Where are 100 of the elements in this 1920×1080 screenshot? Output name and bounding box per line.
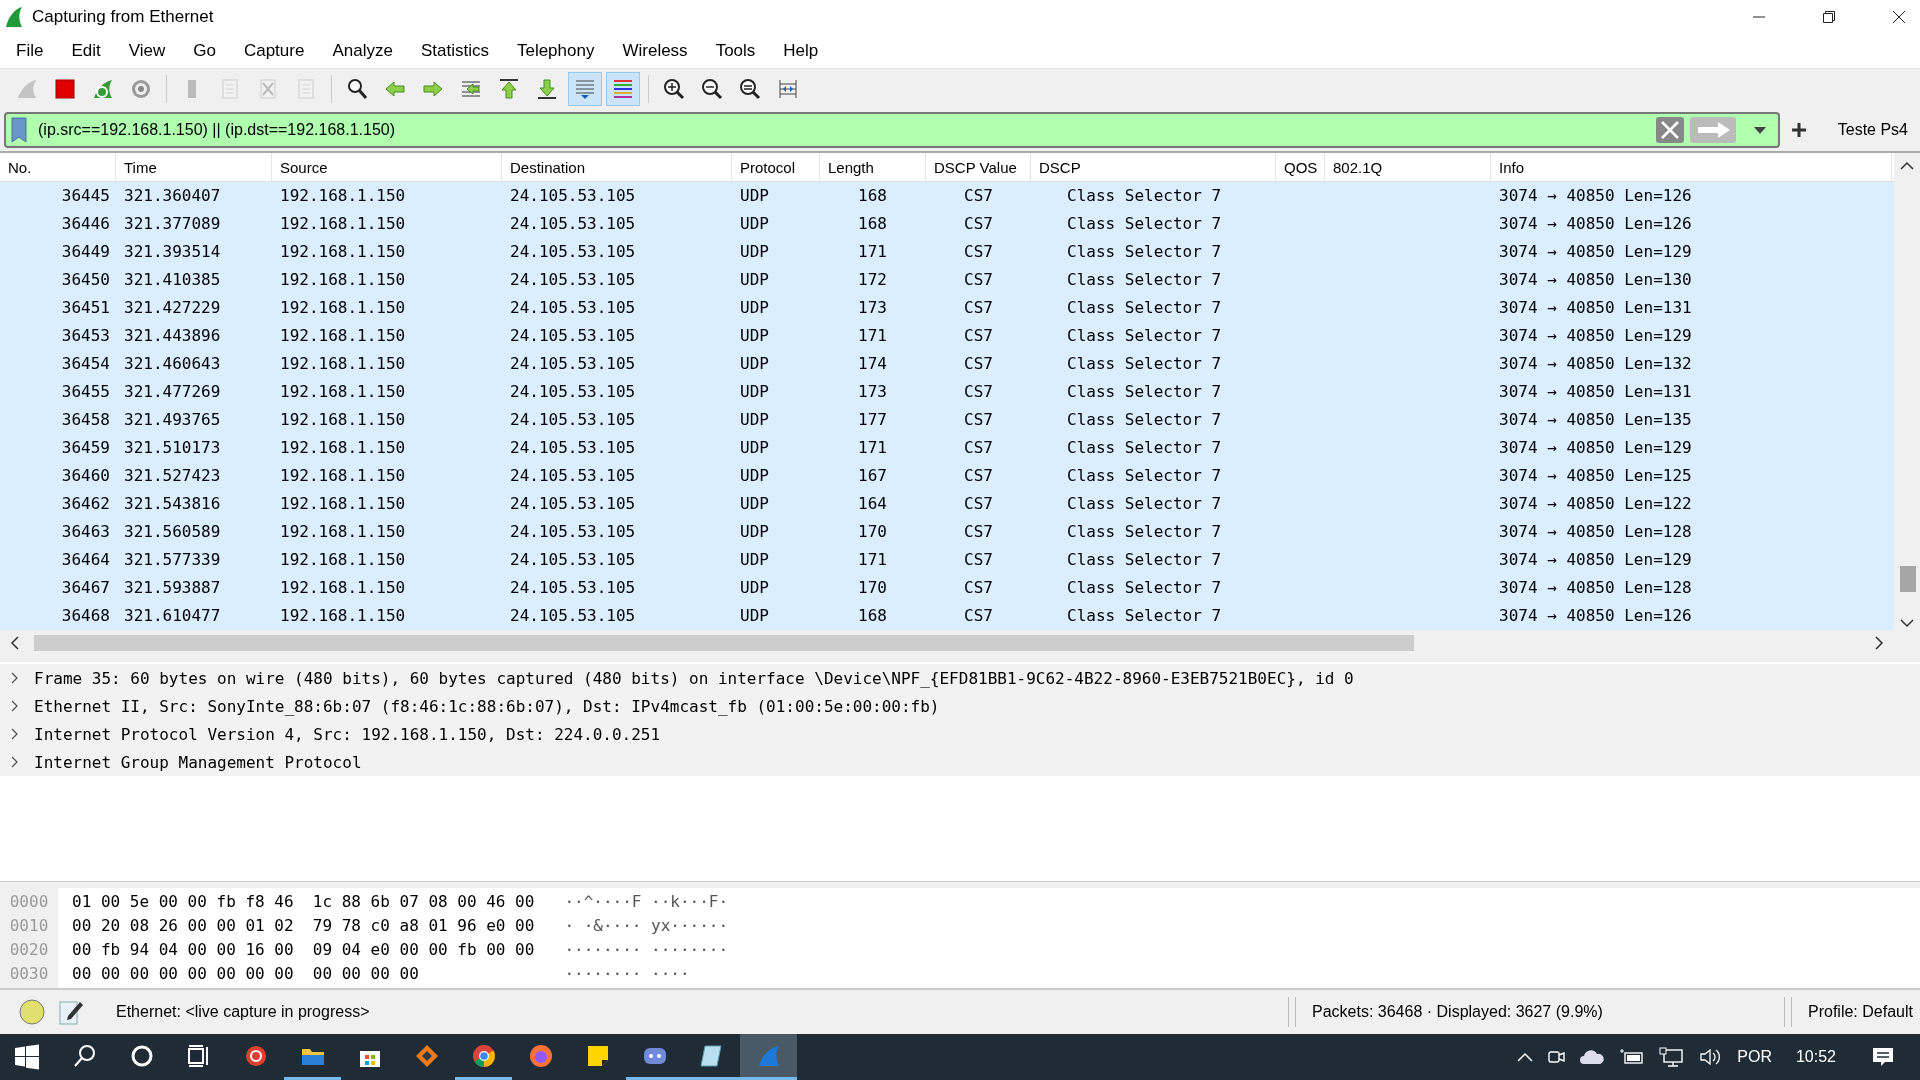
menu-item[interactable]: File (6, 41, 56, 61)
table-cell: UDP (740, 242, 769, 261)
add-icon[interactable] (1789, 121, 1808, 139)
column-header[interactable]: Info (1491, 153, 1892, 181)
chevron-up-icon[interactable] (1517, 1052, 1534, 1062)
table-cell: 36449 (61, 242, 110, 261)
table-cell: UDP (740, 606, 769, 625)
table-cell: CS7 (964, 466, 993, 485)
scroll-left-icon[interactable] (10, 636, 20, 650)
table-cell: 36458 (61, 410, 110, 429)
table-cell: UDP (740, 382, 769, 401)
language-indicator[interactable]: POR (1737, 1048, 1772, 1066)
battery-icon[interactable] (1619, 1048, 1646, 1066)
filter-input[interactable]: (ip.src==192.168.1.150) || (ip.dst==192.168.1.150) (34, 121, 1650, 139)
clock[interactable]: 10:52 (1795, 1048, 1836, 1066)
column-header[interactable]: Source (272, 153, 502, 181)
table-cell: 192.168.1.150 (280, 298, 406, 317)
hex-offset: 0030 (9, 963, 49, 985)
menu-item[interactable]: Tools (705, 41, 768, 61)
table-cell: 36463 (61, 522, 110, 541)
table-cell: Class Selector 7 (1067, 578, 1222, 597)
splitter-handle[interactable] (1784, 997, 1792, 1027)
column-header[interactable]: Length (820, 153, 926, 181)
table-cell: 321.593887 (124, 578, 221, 597)
table-cell: 24.105.53.105 (510, 438, 636, 457)
table-cell: Class Selector 7 (1067, 494, 1222, 513)
column-header[interactable]: DSCP Value (926, 153, 1031, 181)
table-cell: 3074 → 40850 Len=129 (1499, 550, 1692, 569)
table-cell: 36459 (61, 438, 110, 457)
scroll-right-icon[interactable] (1874, 636, 1884, 650)
profile-label[interactable]: Profile: Default (1804, 1003, 1913, 1021)
tree-item[interactable]: Internet Group Management Protocol (34, 752, 362, 772)
table-cell: 171 (858, 550, 887, 569)
table-cell: Class Selector 7 (1067, 382, 1222, 401)
table-cell: CS7 (964, 270, 993, 289)
menu-item[interactable]: Analyze (322, 41, 405, 61)
table-cell: 24.105.53.105 (510, 270, 636, 289)
menu-item[interactable]: Help (773, 41, 831, 61)
close-icon[interactable] (1892, 10, 1906, 24)
table-cell: Class Selector 7 (1067, 298, 1222, 317)
column-header[interactable]: No. (0, 153, 116, 181)
table-cell: CS7 (964, 298, 993, 317)
chevron-icon[interactable] (10, 671, 20, 685)
table-cell: 3074 → 40850 Len=128 (1499, 522, 1692, 541)
hex-bytes: 01 00 5e 00 00 fb f8 46 1c 88 6b 07 08 00 46 00 (72, 891, 535, 913)
table-cell: 192.168.1.150 (280, 186, 406, 205)
table-cell: 36446 (61, 214, 110, 233)
chevron-icon[interactable] (10, 699, 20, 713)
menu-item[interactable]: Statistics (410, 41, 501, 61)
table-cell: Class Selector 7 (1067, 410, 1222, 429)
table-cell: 192.168.1.150 (280, 410, 406, 429)
table-cell: Class Selector 7 (1067, 214, 1222, 233)
column-header[interactable]: 802.1Q (1325, 153, 1491, 181)
scroll-down-icon[interactable] (1900, 618, 1914, 628)
menu-item[interactable]: Edit (61, 41, 113, 61)
table-cell: 3074 → 40850 Len=122 (1499, 494, 1692, 513)
table-cell: UDP (740, 410, 769, 429)
bookmark-icon (10, 117, 28, 143)
table-cell: 171 (858, 242, 887, 261)
table-cell: 3074 → 40850 Len=129 (1499, 438, 1692, 457)
toolbar-button[interactable] (606, 72, 640, 106)
column-header[interactable]: Time (116, 153, 272, 181)
table-cell: 36464 (61, 550, 110, 569)
edit-document-icon[interactable] (58, 998, 84, 1026)
table-cell: 321.460643 (124, 354, 221, 373)
up-arrow-icon (497, 77, 521, 101)
table-cell: 171 (858, 326, 887, 345)
network-icon[interactable] (1659, 1047, 1686, 1067)
column-header[interactable]: QOS (1276, 153, 1325, 181)
column-header[interactable]: DSCP (1031, 153, 1276, 181)
chevron-icon[interactable] (10, 727, 20, 741)
scrollbar-thumb[interactable] (1900, 566, 1916, 592)
table-cell: 3074 → 40850 Len=131 (1499, 298, 1692, 317)
table-cell: Class Selector 7 (1067, 242, 1222, 261)
chevron-icon[interactable] (10, 755, 20, 769)
restore-icon[interactable] (1822, 10, 1836, 24)
menu-item[interactable]: Capture (233, 41, 317, 61)
menu-item[interactable]: View (118, 41, 178, 61)
splitter-handle[interactable] (1288, 997, 1296, 1027)
clear-icon[interactable] (1655, 117, 1684, 143)
display-filter-field[interactable]: (ip.src==192.168.1.150) || (ip.dst==192.168.1.150) (4, 112, 1780, 148)
cloud-icon[interactable] (1579, 1049, 1606, 1065)
table-cell: UDP (740, 578, 769, 597)
table-cell: UDP (740, 326, 769, 345)
column-header[interactable]: Destination (502, 153, 732, 181)
table-cell: 3074 → 40850 Len=129 (1499, 242, 1692, 261)
table-cell: 321.577339 (124, 550, 221, 569)
hex-offset: 0010 (9, 915, 49, 937)
filter-button[interactable]: Teste Ps4 (1817, 121, 1916, 139)
table-cell: UDP (740, 466, 769, 485)
table-cell: 172 (858, 270, 887, 289)
column-header[interactable]: Protocol (732, 153, 820, 181)
menu-item[interactable]: Go (183, 41, 228, 61)
hex-bytes: 00 20 08 26 00 00 01 02 79 78 c0 a8 01 96 e0 00 (72, 915, 535, 937)
scroll-up-icon[interactable] (1900, 161, 1914, 171)
scrollbar-thumb[interactable] (34, 635, 1414, 651)
windows-icon[interactable] (14, 1044, 40, 1070)
table-cell: 321.510173 (124, 438, 221, 457)
menu-item[interactable]: Wireless (612, 41, 700, 61)
menu-item[interactable]: Telephony (506, 41, 607, 61)
